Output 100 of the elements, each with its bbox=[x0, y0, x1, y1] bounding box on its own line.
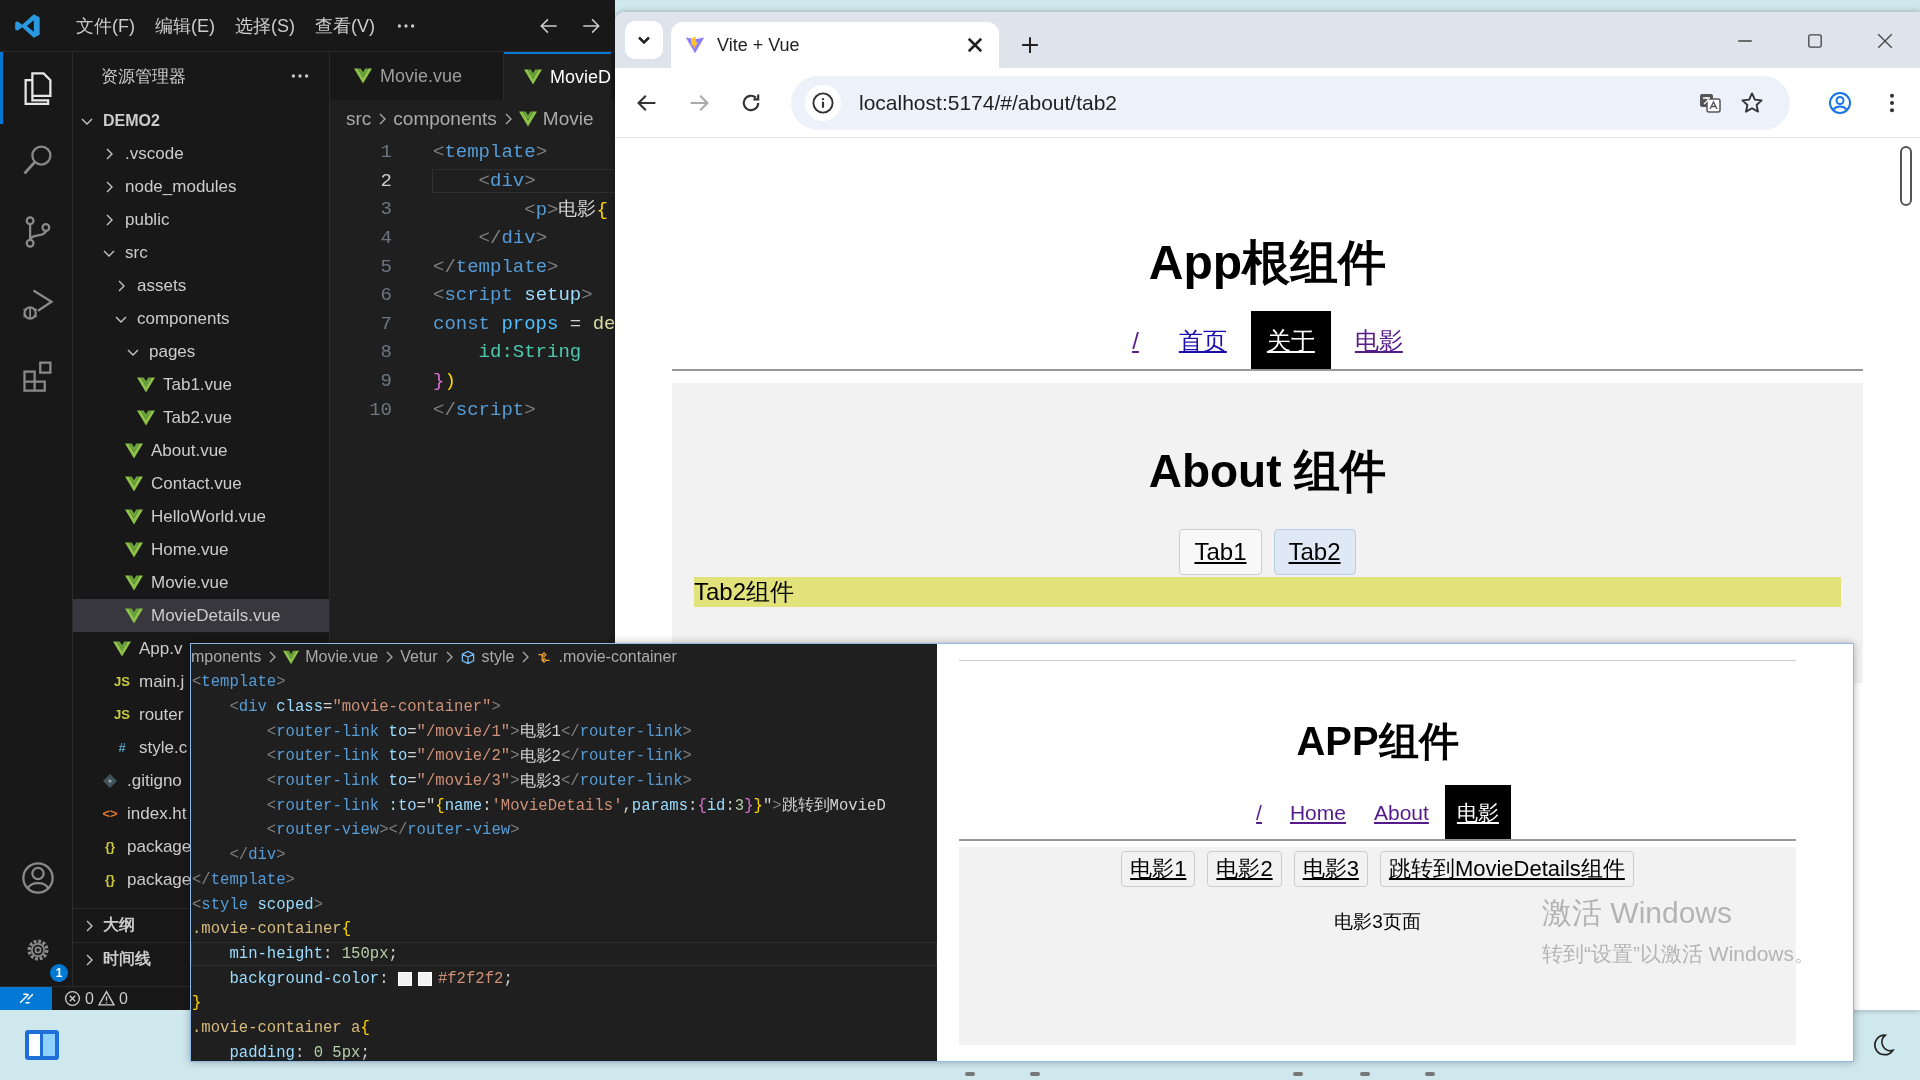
activation-title: 激活 Windows bbox=[1542, 895, 1734, 931]
code-line: }) bbox=[432, 369, 457, 394]
vue-file-icon bbox=[137, 376, 155, 393]
page-heading: APP组件 bbox=[1295, 718, 1460, 765]
nav-link[interactable]: 关于 bbox=[1250, 311, 1331, 371]
file-type-icon: {} bbox=[101, 839, 119, 854]
vue-file-icon bbox=[125, 475, 143, 492]
code-line: </template> bbox=[191, 869, 296, 891]
code-line: <router-link to="/movie/3">电影3</router-link> bbox=[265, 771, 693, 793]
file-type-icon: # bbox=[113, 740, 131, 755]
file-tree-item[interactable]: HelloWorld.vue bbox=[73, 500, 268, 533]
file-tree-item[interactable]: App.v bbox=[73, 632, 185, 665]
file-type-icon: {} bbox=[101, 872, 119, 887]
file-tree-item[interactable]: .gitigno bbox=[73, 764, 184, 797]
breadcrumb-item[interactable]: components bbox=[393, 108, 497, 130]
movie-link[interactable]: 电影1 bbox=[1121, 851, 1196, 887]
new-tab-icon[interactable] bbox=[1021, 36, 1039, 54]
menu-item[interactable]: 选择(S) bbox=[235, 13, 295, 38]
file-tree-item[interactable]: Tab1.vue bbox=[73, 368, 234, 401]
menu-item[interactable]: 文件(F) bbox=[76, 13, 135, 38]
file-tree-item[interactable]: <> index.ht bbox=[73, 797, 189, 830]
movie-link[interactable]: 跳转到MovieDetails组件 bbox=[1379, 851, 1634, 887]
code-line: <style scoped> bbox=[191, 894, 325, 916]
code-line: <p>电影{ bbox=[523, 198, 609, 224]
vue-file-icon bbox=[125, 541, 143, 558]
problems-button[interactable]: 0 0 bbox=[52, 989, 140, 1008]
file-tree-item[interactable]: assets bbox=[73, 269, 189, 302]
breadcrumb-item[interactable]: Movie bbox=[542, 108, 594, 130]
movie-link[interactable]: 电影3 bbox=[1293, 851, 1368, 887]
file-tree-item[interactable]: src bbox=[73, 236, 150, 269]
panel-header[interactable]: 时间线 bbox=[73, 943, 155, 976]
file-tree-item[interactable]: components bbox=[73, 302, 232, 335]
code-line: background-color: #f2f2f2; bbox=[228, 968, 514, 990]
chevron-right-icon bbox=[520, 649, 531, 665]
file-tree-item[interactable]: Contact.vue bbox=[73, 467, 244, 500]
code-line: <script setup> bbox=[432, 283, 594, 308]
file-tree-item[interactable]: MovieDetails.vue bbox=[73, 599, 329, 632]
menu-item[interactable]: 编辑(E) bbox=[155, 13, 215, 38]
nav-link[interactable]: 电影 bbox=[1444, 785, 1511, 840]
workspace-folder[interactable]: DEMO2 bbox=[73, 104, 162, 137]
code-line: <router-link :to="{name:'MovieDetails',params:{id:3}}">跳转到MovieD bbox=[265, 795, 887, 818]
breadcrumb-item[interactable]: .movie-container bbox=[558, 648, 677, 666]
vite-logo-icon bbox=[685, 35, 705, 55]
file-tree-item[interactable]: public bbox=[73, 203, 172, 236]
file-tree-item[interactable]: Movie.vue bbox=[73, 566, 231, 599]
file-tree-item[interactable]: About.vue bbox=[73, 434, 230, 467]
file-tree-item[interactable]: # style.c bbox=[73, 731, 190, 764]
info-icon[interactable] bbox=[805, 84, 841, 121]
file-tree-item[interactable]: {} package bbox=[73, 863, 194, 896]
chevron-right-icon bbox=[377, 111, 388, 127]
tab-search-button[interactable] bbox=[625, 21, 663, 59]
nav-link[interactable]: / bbox=[1244, 785, 1274, 840]
editor-tab[interactable]: MovieD bbox=[504, 52, 611, 100]
file-tree-item[interactable]: node_modules bbox=[73, 170, 239, 203]
breadcrumb-item[interactable]: mponents bbox=[191, 648, 262, 666]
address-bar[interactable]: localhost:5174/#/about/tab2 bbox=[791, 75, 1790, 130]
star-icon[interactable] bbox=[1740, 90, 1764, 115]
file-tree-item[interactable]: pages bbox=[73, 335, 198, 368]
account-icon[interactable] bbox=[19, 860, 56, 896]
menu-item[interactable]: 查看(V) bbox=[315, 13, 375, 38]
breadcrumb-item[interactable]: Vetur bbox=[400, 648, 438, 666]
notification-badge: 1 bbox=[50, 964, 68, 982]
taskbar-indicator bbox=[1425, 1072, 1435, 1076]
file-tree-item[interactable]: Home.vue bbox=[73, 533, 231, 566]
page-heading: App根组件 bbox=[1147, 235, 1388, 291]
file-tree-item[interactable]: {} package bbox=[73, 830, 194, 863]
file-tree-item[interactable]: JS main.j bbox=[73, 665, 187, 698]
taskbar-indicator bbox=[1293, 1072, 1303, 1076]
nav-link[interactable]: About bbox=[1362, 785, 1441, 840]
tab-content: Tab2组件 bbox=[694, 577, 1841, 607]
tab-link[interactable]: Tab2 bbox=[1273, 529, 1356, 575]
close-icon[interactable] bbox=[965, 35, 985, 55]
warning-icon bbox=[97, 990, 115, 1007]
close-icon[interactable] bbox=[1876, 32, 1894, 50]
code-line: <template> bbox=[191, 672, 287, 694]
code-line: <router-view></router-view> bbox=[265, 820, 521, 842]
nav-link[interactable]: 首页 bbox=[1162, 311, 1243, 371]
nav-link[interactable]: / bbox=[1116, 311, 1155, 371]
browser-tab[interactable]: Vite + Vue bbox=[671, 22, 999, 68]
breadcrumb-item[interactable]: Movie.vue bbox=[305, 648, 379, 666]
file-tree-item[interactable]: JS router bbox=[73, 698, 186, 731]
scrollbar-thumb[interactable] bbox=[1900, 146, 1912, 206]
line-number: 3 bbox=[379, 198, 392, 221]
breadcrumb-item[interactable]: src bbox=[346, 108, 372, 130]
nav-link[interactable]: Home bbox=[1277, 785, 1358, 840]
tab-link[interactable]: Tab1 bbox=[1179, 529, 1262, 575]
maximize-icon[interactable] bbox=[1806, 32, 1824, 50]
nav-link[interactable]: 电影 bbox=[1338, 311, 1419, 371]
remote-button[interactable] bbox=[0, 987, 52, 1010]
line-number: 8 bbox=[379, 341, 392, 364]
vue-file-icon bbox=[283, 649, 300, 665]
code-line: <router-link to="/movie/1">电影1</router-link> bbox=[265, 721, 693, 744]
profile-icon[interactable] bbox=[1828, 90, 1852, 115]
app-window-icon[interactable] bbox=[24, 1029, 60, 1061]
movie-link[interactable]: 电影2 bbox=[1207, 851, 1282, 887]
breadcrumb-item[interactable]: style bbox=[481, 648, 515, 666]
panel-header[interactable]: 大纲 bbox=[73, 909, 139, 942]
file-tree-item[interactable]: Tab2.vue bbox=[73, 401, 234, 434]
file-tree-item[interactable]: .vscode bbox=[73, 137, 186, 170]
movie-page-text: 电影3页面 bbox=[1334, 910, 1421, 934]
